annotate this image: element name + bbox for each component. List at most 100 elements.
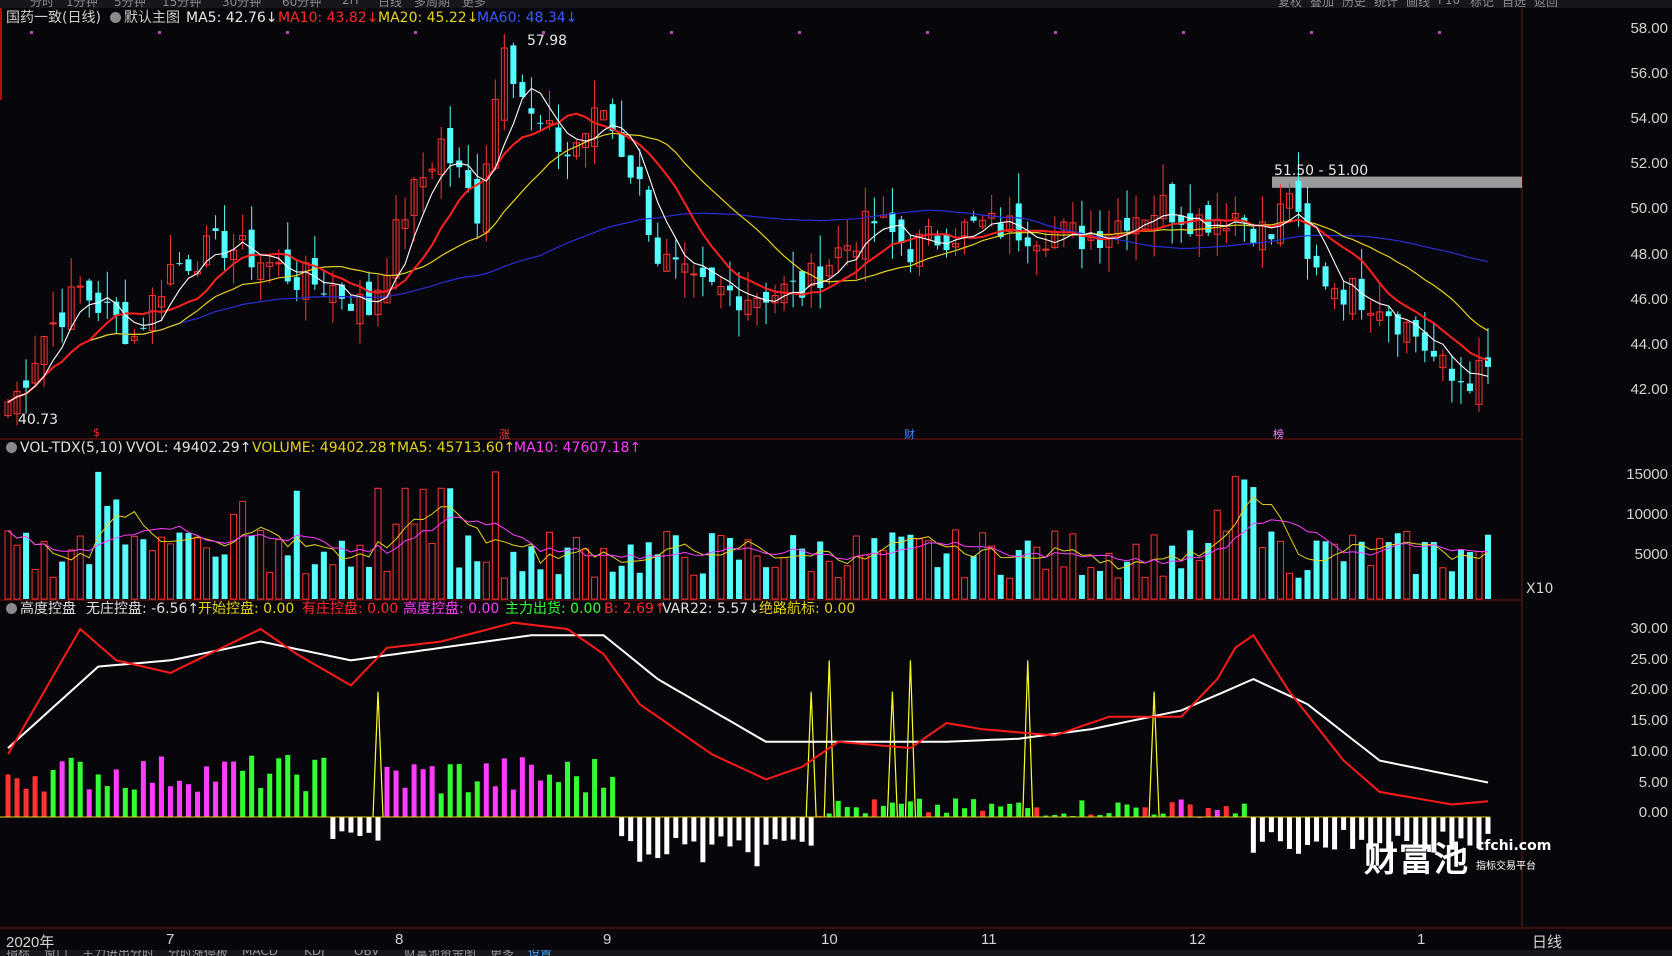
indicator-histogram-bar bbox=[294, 774, 300, 817]
y-tick: 25.00 bbox=[1630, 650, 1668, 668]
indicator-histogram-bar bbox=[303, 791, 309, 817]
bottom-tab-9[interactable]: 设置 bbox=[528, 950, 552, 956]
volume-bar-up bbox=[1114, 577, 1122, 600]
x-label-9: 9 bbox=[603, 931, 612, 948]
bottom-tab-5[interactable]: KDJ bbox=[304, 950, 325, 956]
volume-bar-up bbox=[1403, 530, 1411, 600]
volume-bar-down bbox=[104, 505, 111, 599]
vol-vvol: VVOL: 49402.29↑ bbox=[126, 440, 252, 456]
indicator-histogram-bar bbox=[339, 817, 345, 832]
volume-bar-down bbox=[555, 574, 562, 599]
bottom-tab-2[interactable]: 主力进出分时 bbox=[82, 950, 154, 956]
volume-bar-down bbox=[1024, 540, 1031, 599]
volume-bar-up bbox=[482, 561, 490, 600]
x-label-year: 2020年 bbox=[6, 934, 55, 951]
y-tick: 30.00 bbox=[1630, 620, 1668, 637]
y-tick: 58.00 bbox=[1630, 20, 1668, 37]
settings-circle-icon[interactable] bbox=[110, 12, 121, 23]
bottom-tab-6[interactable]: OBV bbox=[354, 950, 380, 956]
volume-bar-up bbox=[753, 555, 761, 600]
candle-down bbox=[934, 235, 941, 246]
volume-bar-up bbox=[437, 487, 445, 600]
volume-bar-up bbox=[500, 577, 508, 600]
volume-settings-icon[interactable] bbox=[6, 442, 17, 453]
volume-bar-down bbox=[1096, 570, 1103, 599]
chart-label[interactable]: 默认主图 bbox=[124, 8, 180, 28]
indicator-histogram-bar bbox=[375, 817, 381, 841]
period-label[interactable]: 日线 bbox=[1532, 931, 1562, 952]
indicator-histogram-bar bbox=[781, 817, 787, 841]
bottom-tabbar: 指标 窗口 主力进出分时 分时涨停板 MACD KDJ OBV 财富池资金图 更多 设置 bbox=[0, 950, 1672, 956]
indicator-histogram-bar bbox=[68, 757, 74, 817]
y-tick: 5.00 bbox=[1638, 773, 1668, 791]
ind-title[interactable]: 高度控盘 bbox=[20, 599, 76, 619]
indicator-histogram-bar bbox=[574, 776, 580, 817]
stock-title[interactable]: 国药一致(日线) bbox=[6, 8, 101, 28]
indicator-red-line bbox=[7, 621, 1489, 806]
candle-down bbox=[699, 267, 706, 278]
indicator-histogram-bar bbox=[844, 807, 850, 817]
indicator-histogram-bar bbox=[131, 789, 137, 817]
volume-bar-down bbox=[1250, 487, 1257, 599]
indicator-histogram-bar bbox=[5, 774, 11, 817]
indicator-settings-icon[interactable] bbox=[6, 603, 17, 614]
bottom-tab-8[interactable]: 更多 bbox=[490, 950, 514, 956]
vol-title[interactable]: VOL-TDX(5,10) bbox=[20, 438, 123, 458]
candle-down bbox=[1313, 255, 1320, 268]
volume-bar-down bbox=[1187, 530, 1194, 599]
volume-bar-down bbox=[1322, 541, 1329, 599]
volume-bar-up bbox=[825, 560, 833, 600]
indicator-histogram-bar bbox=[736, 817, 742, 841]
volume-bar-up bbox=[410, 523, 418, 600]
indicator-histogram-bar bbox=[1124, 804, 1130, 817]
ind-a: 无庄控盘: -6.56↑ bbox=[86, 601, 200, 617]
volume-legend: VOL-TDX(5,10) VVOL: 49402.29↑ VOLUME: 49… bbox=[0, 438, 1520, 458]
indicator-histogram-bar bbox=[835, 800, 841, 817]
indicator-histogram-bar bbox=[213, 781, 219, 817]
volume-bar-up bbox=[257, 530, 265, 600]
indicator-histogram-bar bbox=[1223, 806, 1229, 817]
indicator-histogram-bar bbox=[77, 761, 83, 817]
volume-bar-up bbox=[1042, 568, 1050, 600]
indicator-histogram-bar bbox=[348, 817, 354, 833]
indicator-histogram-bar bbox=[718, 817, 724, 837]
candle-down bbox=[1421, 332, 1428, 351]
bottom-tab-4[interactable]: MACD bbox=[242, 950, 278, 956]
volume-bar-up bbox=[31, 568, 39, 600]
volume-bar-down bbox=[1358, 541, 1365, 599]
watermark-brand: 财富池 bbox=[1364, 840, 1469, 880]
candle-down bbox=[1268, 234, 1275, 240]
indicator-histogram-bar bbox=[240, 770, 246, 817]
bottom-tab-7[interactable]: 财富池资金图 bbox=[404, 950, 476, 956]
legend-ma5: MA5: 42.76↓ bbox=[186, 10, 278, 26]
dot-mark bbox=[30, 31, 33, 34]
indicator-histogram-bar bbox=[32, 776, 38, 817]
volume-bar-down bbox=[817, 541, 824, 599]
indicator-histogram-bar bbox=[1016, 802, 1022, 817]
indicator-histogram-bar bbox=[366, 817, 372, 833]
volume-bar-up bbox=[1060, 566, 1068, 600]
bottom-tab-0[interactable]: 指标 bbox=[6, 950, 30, 956]
dot-mark bbox=[414, 31, 417, 34]
indicator-histogram-bar bbox=[1169, 802, 1175, 817]
high-price-label: 57.98 bbox=[527, 33, 568, 49]
candle-down bbox=[1340, 289, 1347, 305]
volume-bar-down bbox=[456, 567, 463, 599]
candle-down bbox=[1322, 266, 1329, 287]
bottom-tab-3[interactable]: 分时涨停板 bbox=[168, 950, 228, 956]
bottom-tab-1[interactable]: 窗口 bbox=[44, 950, 68, 956]
indicator-histogram-bar bbox=[754, 817, 760, 867]
indicator-histogram-bar bbox=[898, 803, 904, 817]
indicator-histogram-bar bbox=[763, 817, 769, 845]
indicator-histogram-bar bbox=[1250, 817, 1256, 853]
volume-bar-down bbox=[1421, 541, 1428, 599]
indicator-histogram-bar bbox=[1025, 808, 1031, 817]
indicator-histogram-bar bbox=[745, 817, 751, 853]
indicator-histogram-bar bbox=[321, 757, 327, 817]
vol-ma5: MA5: 45713.60↑ bbox=[397, 440, 516, 456]
indicator-histogram-bar bbox=[628, 817, 634, 842]
volume-bar-down bbox=[1448, 571, 1455, 599]
volume-bar-down bbox=[347, 566, 354, 599]
indicator-histogram-bar bbox=[1142, 807, 1148, 817]
volume-bar-up bbox=[157, 536, 165, 600]
